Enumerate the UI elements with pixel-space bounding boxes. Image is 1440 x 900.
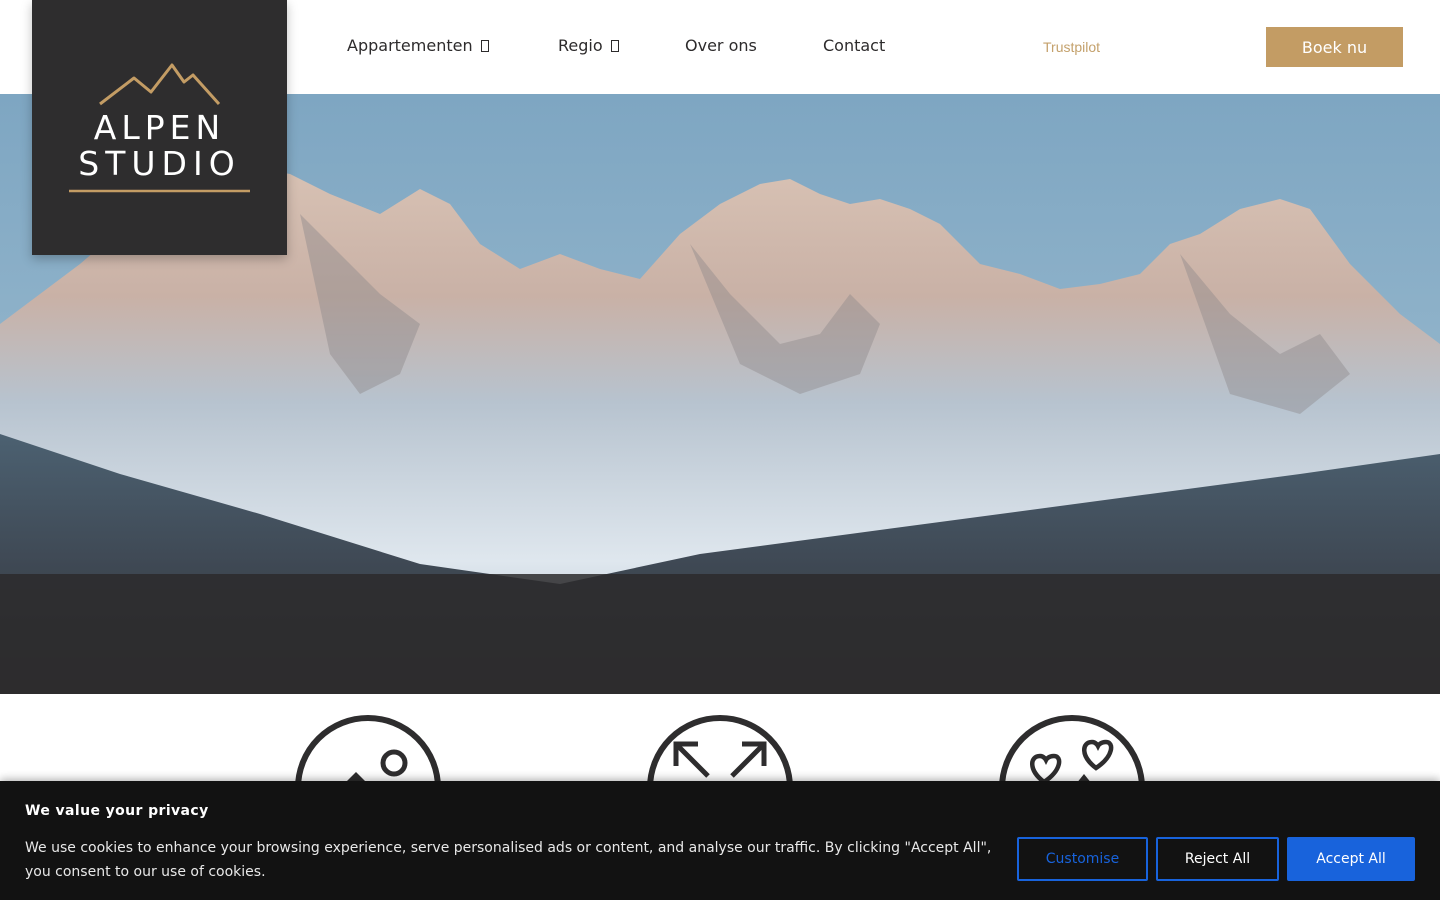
nav-item-label: Over ons [685,36,757,55]
chevron-down-icon [610,40,619,52]
cookie-description: We use cookies to enhance your browsing … [25,840,992,880]
logo[interactable]: ALPEN STUDIO [32,0,287,255]
reject-all-button[interactable]: Reject All [1156,837,1279,881]
nav-item-contact[interactable]: Contact [823,36,885,55]
logo-text-line1: ALPEN [93,108,226,147]
nav-item-label: Contact [823,36,886,55]
nav-item-appartementen[interactable]: Appartementen [347,36,489,55]
logo-text-line2: STUDIO [78,144,241,183]
nav-item-regio[interactable]: Regio [558,36,619,55]
accept-all-button[interactable]: Accept All [1287,837,1415,881]
chevron-down-icon [480,40,489,52]
nav-item-label: Regio [558,36,603,55]
customise-button[interactable]: Customise [1017,837,1148,881]
book-now-button[interactable]: Boek nu [1266,27,1403,67]
nav-item-over-ons[interactable]: Over ons [685,36,757,55]
nav-item-label: Appartementen [347,36,473,55]
cookie-title: We value your privacy [25,803,209,819]
cookie-banner: We value your privacy We use cookies to … [0,781,1440,900]
trustpilot-link[interactable]: Trustpilot [1043,39,1100,55]
